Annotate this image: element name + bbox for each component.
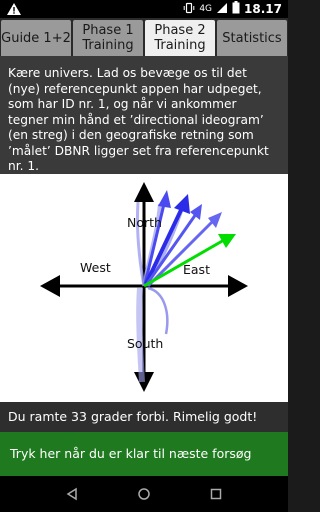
navigation-bar — [0, 476, 288, 512]
east-label: East — [183, 262, 210, 277]
next-attempt-button[interactable]: Tryk her når du er klar til næste forsøg — [0, 432, 288, 476]
instruction-text: Kære univers. Lad os bevæge os til det (… — [0, 56, 288, 174]
south-label: South — [127, 336, 164, 351]
clock: 18.17 — [244, 2, 282, 16]
recents-icon[interactable] — [204, 482, 228, 506]
home-icon[interactable] — [132, 482, 156, 506]
sketch-stroke — [147, 286, 169, 335]
network-label: 4G — [199, 4, 213, 14]
north-arrowhead — [134, 182, 154, 202]
tab-guide-label: Guide 1+2 — [1, 30, 71, 46]
guess-arrowhead — [158, 190, 171, 208]
tab-statistics-label: Statistics — [222, 30, 282, 46]
west-label: West — [80, 260, 111, 275]
battery-icon — [232, 1, 240, 17]
compass-canvas[interactable]: North West East South — [0, 174, 288, 402]
guess-arrowhead — [174, 194, 190, 214]
tab-phase1-label: Phase 1 Training — [82, 23, 134, 53]
tab-phase1-training[interactable]: Phase 1 Training — [73, 20, 143, 56]
tab-statistics[interactable]: Statistics — [217, 20, 287, 56]
sketch-stroke — [136, 287, 145, 383]
tab-guide[interactable]: Guide 1+2 — [1, 20, 71, 56]
back-icon[interactable] — [60, 482, 84, 506]
tab-phase2-label: Phase 2 Training — [154, 23, 206, 53]
tab-phase2-training[interactable]: Phase 2 Training — [145, 20, 215, 56]
vibrate-icon — [183, 2, 195, 17]
north-label: North — [127, 215, 162, 230]
west-arrowhead — [40, 275, 60, 297]
compass-drawing — [40, 182, 248, 392]
east-arrowhead — [228, 275, 248, 297]
result-text: Du ramte 33 grader forbi. Rimelig godt! — [0, 402, 288, 432]
signal-icon — [216, 2, 228, 17]
tab-bar: Guide 1+2 Phase 1 Training Phase 2 Train… — [0, 18, 288, 56]
status-bar: 4G 18.17 — [0, 0, 288, 18]
